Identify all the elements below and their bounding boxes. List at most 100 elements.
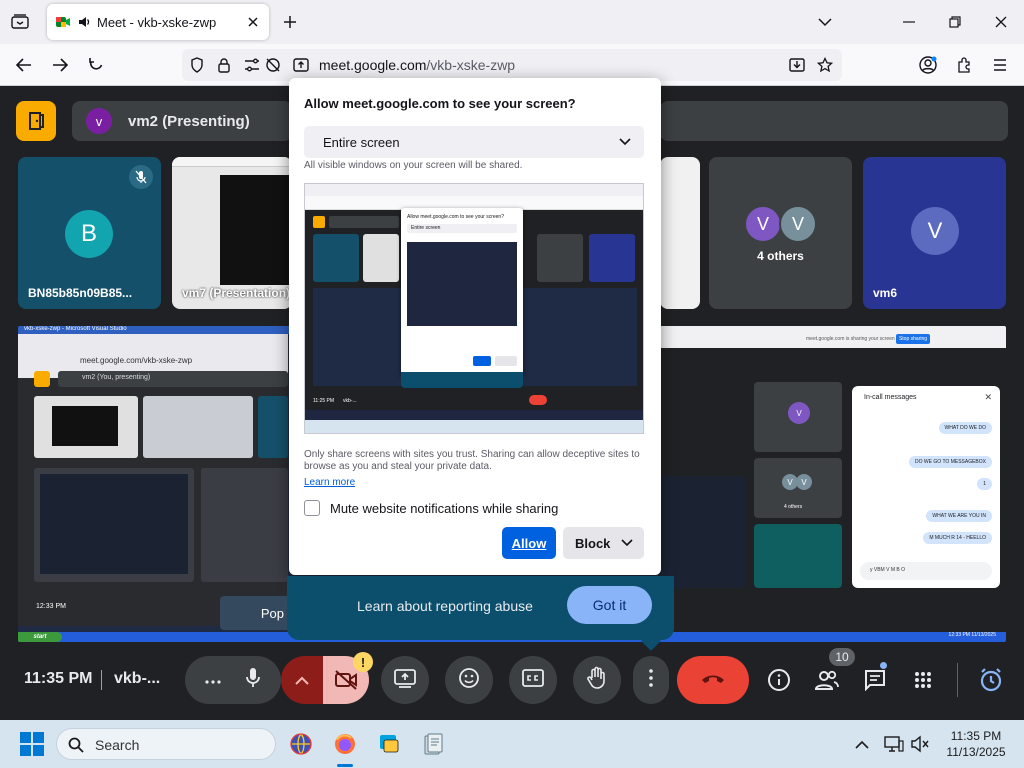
mini-tile	[258, 396, 288, 458]
tab-list-icon[interactable]	[8, 10, 32, 34]
presenting-chip[interactable]: v vm2 (Presenting)	[72, 101, 292, 141]
download-icon[interactable]	[788, 56, 806, 74]
participant-tile[interactable]: vm7 (Presentation)	[172, 157, 292, 309]
forward-icon[interactable]	[48, 53, 72, 77]
mini-chat-panel: In-call messages ✕ WHAT DO WE DO DO WE G…	[852, 386, 1000, 588]
windows-icon[interactable]	[20, 732, 44, 756]
back-icon[interactable]	[12, 53, 36, 77]
star-icon[interactable]	[816, 56, 834, 74]
screen-share-icon[interactable]	[292, 56, 310, 74]
info-icon[interactable]	[763, 664, 795, 696]
others-tile[interactable]: V V 4 others	[709, 157, 852, 309]
present-button[interactable]	[381, 656, 429, 704]
learn-more-link[interactable]: Learn more	[304, 477, 355, 488]
speaker-icon[interactable]	[77, 15, 91, 29]
url-bar[interactable]: meet.google.com/vkb-xske-zwp	[182, 49, 842, 81]
chat-message: M MUCH R 14 - HEELLO	[923, 532, 992, 544]
meeting-code[interactable]: vkb-...	[114, 670, 160, 688]
more-options-button[interactable]	[633, 656, 669, 704]
report-abuse-banner: Learn about reporting abuse Got it	[287, 576, 674, 651]
close-icon[interactable]	[245, 14, 261, 30]
menu-icon[interactable]	[988, 53, 1012, 77]
mute-speaker-icon[interactable]	[908, 732, 932, 756]
taskbar-search[interactable]: Search	[56, 728, 276, 760]
participant-name: vm7 (Presentation)	[182, 286, 291, 300]
meet-favicon-icon	[55, 14, 71, 30]
end-call-button[interactable]	[677, 656, 749, 704]
mic-icon[interactable]	[245, 667, 261, 694]
camera-warning-badge[interactable]: !	[353, 652, 373, 672]
chevron-down-icon[interactable]	[620, 536, 634, 550]
extensions-icon[interactable]	[952, 53, 976, 77]
apps-icon[interactable]	[907, 664, 939, 696]
mini-presenting-chip: vm2 (You, presenting)	[58, 371, 288, 387]
mini-chip-label: vm2 (You, presenting)	[82, 374, 151, 381]
taskbar-clock[interactable]: 11:35 PM 11/13/2025	[936, 728, 1016, 760]
active-app-indicator	[337, 764, 353, 767]
timer-icon[interactable]	[975, 664, 1007, 696]
participant-name: vm6	[873, 286, 898, 300]
permissions-icon[interactable]	[243, 56, 261, 74]
mini-tile	[143, 396, 253, 458]
chevron-up-tray-icon[interactable]	[850, 732, 874, 756]
more-icon[interactable]	[205, 671, 221, 689]
chat-message: WHAT DO WE DO	[938, 422, 992, 434]
people-icon[interactable]	[811, 664, 843, 696]
search-placeholder: Search	[95, 737, 140, 753]
app-icon[interactable]	[375, 730, 403, 758]
source-select[interactable]: Entire screen	[304, 126, 644, 158]
screen-thumbnail	[220, 175, 292, 285]
chat-message: WHAT WE ARE YOU IN	[926, 510, 992, 522]
chevron-down-icon[interactable]	[813, 10, 837, 34]
raise-hand-button[interactable]	[573, 656, 621, 704]
emoji-button[interactable]	[445, 656, 493, 704]
more-vert-icon	[649, 668, 653, 692]
captions-button[interactable]	[509, 656, 557, 704]
shield-icon[interactable]	[188, 56, 206, 74]
present-icon	[393, 668, 417, 693]
window-close-icon[interactable]	[989, 10, 1013, 34]
minimize-icon[interactable]	[897, 10, 921, 34]
url-text[interactable]: meet.google.com/vkb-xske-zwp	[319, 57, 515, 73]
mini-tile: V	[754, 382, 842, 452]
screen-share-permission-dialog: Allow meet.google.com to see your screen…	[289, 78, 661, 575]
participant-tile[interactable]: B BN85b85n09B85...	[18, 157, 161, 309]
captions-icon	[522, 668, 544, 692]
display-icon[interactable]	[882, 732, 906, 756]
browser-tab[interactable]: Meet - vkb-xske-zwp	[47, 4, 269, 40]
maximize-icon[interactable]	[943, 10, 967, 34]
participant-tile[interactable]: V vm6	[863, 157, 1006, 309]
chat-message: DO WE GO TO MESSAGEBOX	[909, 456, 992, 468]
chat-message: 1	[977, 478, 992, 490]
allow-button[interactable]: Allow	[502, 527, 556, 559]
share-warning: Only share screens with sites you trust.…	[304, 449, 640, 472]
got-it-button[interactable]: Got it	[567, 586, 652, 624]
avatar: B	[65, 210, 113, 258]
account-icon[interactable]	[916, 53, 940, 77]
mute-notifications-row[interactable]: Mute website notifications while sharing	[304, 499, 558, 517]
camera-off-icon[interactable]	[264, 56, 282, 74]
mute-notifications-checkbox[interactable]	[304, 500, 320, 516]
mini-tile	[34, 468, 194, 582]
preview-option: Entire screen	[411, 225, 441, 231]
stop-sharing-button[interactable]: Stop sharing	[896, 334, 930, 344]
mini-meet-logo	[34, 371, 50, 387]
door-icon[interactable]	[16, 101, 56, 141]
globe-icon[interactable]	[287, 730, 315, 758]
pop-label: Pop	[260, 605, 284, 621]
files-icon[interactable]	[419, 730, 447, 758]
lock-icon[interactable]	[215, 56, 233, 74]
block-button[interactable]: Block	[563, 527, 644, 559]
participant-tile[interactable]	[660, 157, 700, 309]
divider	[101, 670, 102, 690]
meeting-time: 11:35 PM	[24, 670, 93, 687]
firefox-icon[interactable]	[331, 730, 359, 758]
reload-icon[interactable]	[84, 53, 108, 77]
participant-name: BN85b85n09B85...	[28, 286, 133, 300]
chevron-up-icon[interactable]	[281, 656, 323, 704]
chat-icon[interactable]	[859, 664, 891, 696]
plus-icon[interactable]	[280, 12, 300, 32]
chat-notification-dot	[880, 662, 887, 669]
hand-icon	[586, 666, 608, 695]
pop-out-button[interactable]: Pop	[220, 596, 290, 630]
